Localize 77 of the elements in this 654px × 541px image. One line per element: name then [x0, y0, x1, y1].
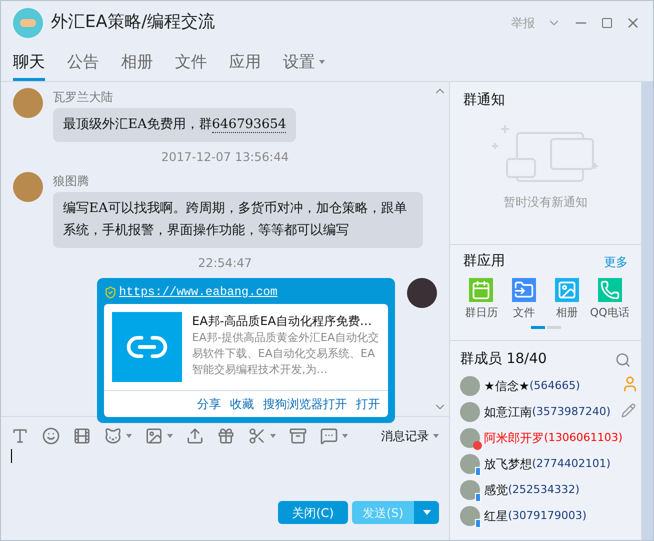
member-name[interactable]: 感觉 [484, 481, 508, 499]
history-button[interactable]: 消息记录 [381, 427, 439, 445]
folder-icon[interactable] [512, 278, 536, 302]
timestamp: 2017-12-07 13:56:44 [161, 149, 289, 166]
card-action-link[interactable]: 搜狗浏览器打开 [263, 395, 347, 413]
message-bubble: 最顶级外汇EA免费用，群646793654 [53, 108, 296, 142]
gift-icon[interactable] [217, 427, 235, 445]
member-avatar[interactable] [460, 454, 480, 474]
card-description: EA邦-提供高品质黄金外汇EA自动化交易软件下载、EA自动化交易系统、EA智能交易编程技术开发,为… [192, 330, 380, 378]
phone-icon[interactable] [598, 278, 622, 302]
link-card[interactable]: https://www.eabang.com EA邦-高品质EA自动化程序免费… EA邦-提供高品质黄金外汇EA自动化交易软件下载、EA自动化交易系统、EA智能交易编程技术开发,为… 分享 收藏 搜狗浏览器打开 打开 [97, 278, 395, 423]
member-id: (564665) [530, 378, 580, 394]
upload-icon[interactable] [186, 427, 204, 445]
caret-icon [270, 434, 276, 438]
group-avatar [13, 8, 43, 38]
card-title: EA邦-高品质EA自动化程序免费… [192, 313, 373, 330]
picture-icon[interactable] [554, 278, 579, 302]
sender-name: 瓦罗兰大陆 [53, 89, 114, 106]
member-name[interactable]: 如意江南 [484, 403, 532, 421]
member-avatar[interactable] [460, 376, 480, 396]
caret-icon [342, 434, 348, 438]
user-avatar[interactable] [407, 278, 437, 308]
card-action-link[interactable]: 分享 [197, 395, 221, 413]
emoji-icon[interactable] [42, 427, 60, 445]
member-id: (1306061103) [544, 430, 623, 446]
tab[interactable]: 文件 [175, 45, 207, 81]
member-avatar[interactable] [460, 428, 480, 448]
app-label[interactable]: 文件 [513, 305, 536, 322]
member-id: (2774402101) [532, 456, 611, 472]
member-id: (3079179003) [508, 508, 587, 524]
caret-icon [433, 434, 439, 438]
archive-icon[interactable] [289, 427, 307, 445]
sender-name: 狼图腾 [53, 173, 90, 190]
tab[interactable]: 公告 [67, 45, 99, 81]
font-icon[interactable] [11, 427, 29, 445]
message-bubble: 编写EA可以找我啊。跨周期，多货币对冲，加仓策略，跟单系统，手机报警，界面操作功能，等等都可以编写 [53, 192, 423, 248]
caret-icon [126, 434, 132, 438]
members-title: 群成员 18/40 [460, 350, 547, 369]
window-title: 外汇EA策略/编程交流 [51, 11, 216, 34]
member-name[interactable]: ★信念★ [484, 377, 530, 395]
section-title: 群通知 [463, 91, 506, 110]
maximize-icon[interactable] [601, 17, 613, 29]
member-name[interactable]: 红星 [484, 507, 508, 525]
url-link[interactable]: https://www.eabang.com [119, 283, 278, 301]
member-avatar[interactable] [460, 480, 480, 500]
timestamp: 22:54:47 [198, 255, 252, 272]
app-label[interactable]: 相册 [556, 305, 578, 322]
group-number-link[interactable]: 646793654 [212, 117, 286, 133]
shield-icon [104, 286, 117, 298]
empty-notice-text: 暂时没有新通知 [504, 194, 588, 211]
member-id: (3573987240) [532, 404, 611, 420]
caret-icon [167, 434, 173, 438]
member-name[interactable]: 阿米郎开罗 [484, 429, 544, 447]
member-avatar[interactable] [460, 506, 480, 526]
close-button[interactable]: 关闭(C) [278, 501, 348, 524]
tab[interactable]: 聊天 [13, 45, 45, 81]
search-icon[interactable] [615, 352, 631, 368]
member-name[interactable]: 放飞梦想 [484, 455, 532, 473]
send-options-button[interactable] [414, 501, 439, 524]
tab[interactable]: 相册 [121, 45, 153, 81]
section-title: 群应用 [463, 252, 505, 271]
calendar-icon[interactable] [469, 278, 494, 302]
tab[interactable]: 设置 [283, 45, 325, 81]
card-action-link[interactable]: 收藏 [230, 395, 254, 413]
edit-icon[interactable] [621, 403, 636, 418]
member-avatar[interactable] [460, 402, 480, 422]
more-link[interactable]: 更多 [604, 252, 628, 270]
app-label[interactable]: QQ电话 [590, 305, 630, 322]
app-label[interactable]: 群日历 [464, 305, 498, 322]
cat-icon[interactable] [104, 427, 122, 445]
tab[interactable]: 应用 [229, 45, 261, 81]
card-action-link[interactable]: 打开 [356, 395, 380, 413]
person-icon[interactable] [621, 375, 639, 393]
message-icon[interactable] [320, 427, 338, 445]
image-icon[interactable] [145, 427, 163, 445]
scissors-icon[interactable] [248, 427, 266, 445]
member-id: (252534332) [508, 482, 580, 498]
